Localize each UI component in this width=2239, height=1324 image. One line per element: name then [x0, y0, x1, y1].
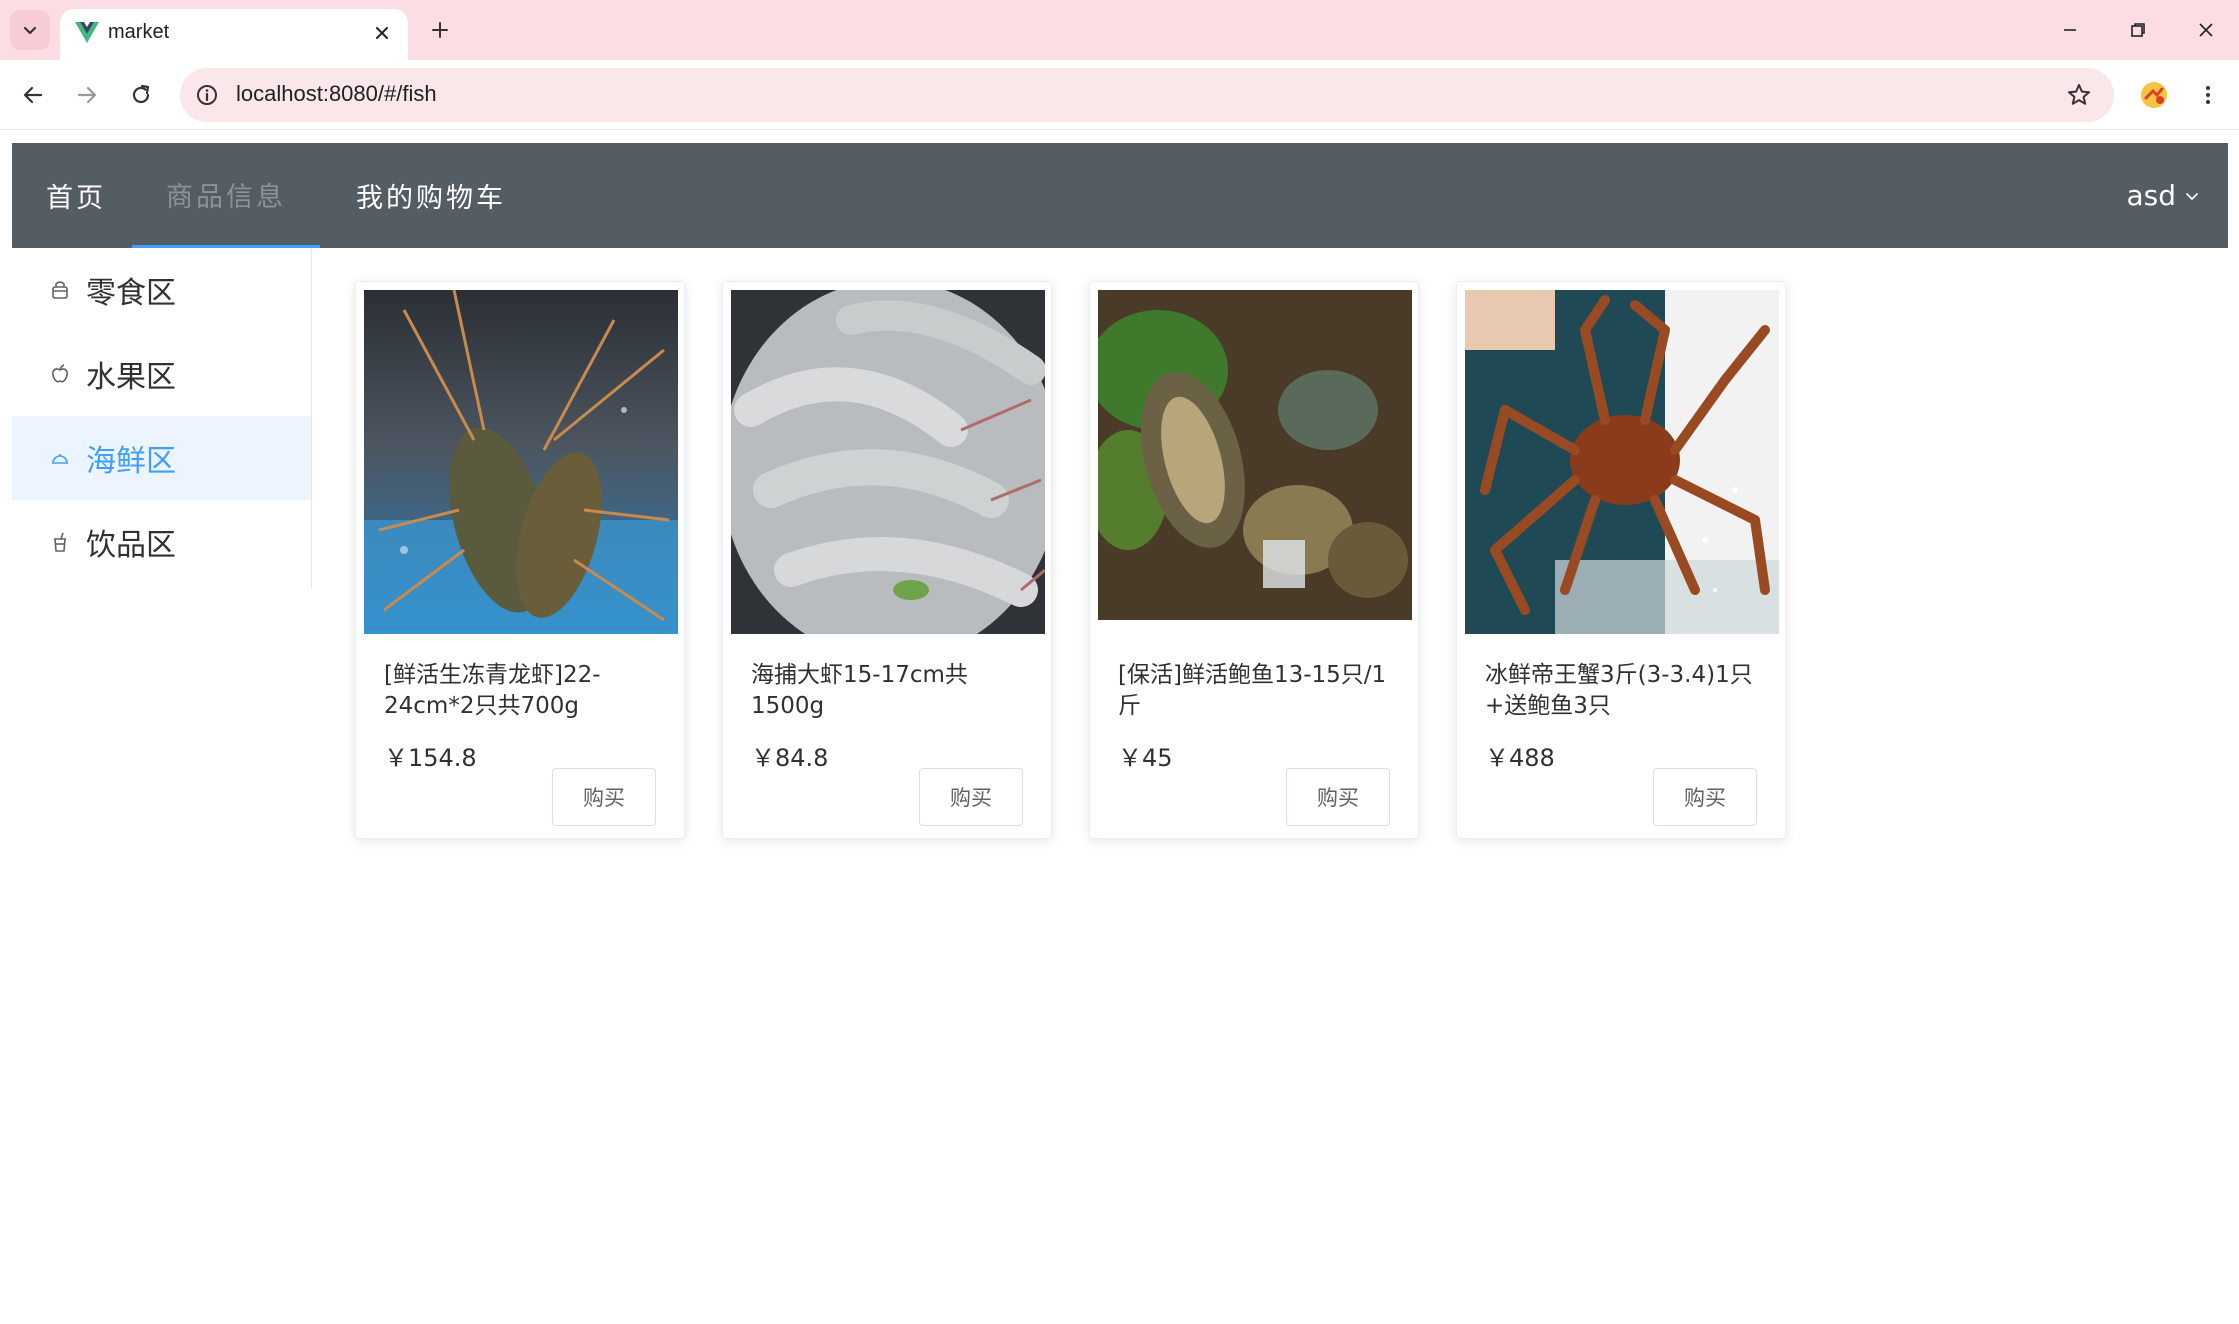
browser-tab[interactable]: market	[60, 9, 408, 60]
product-name: [保活]鲜活鲍鱼13-15只/1斤	[1118, 662, 1387, 719]
product-name: [鲜活生冻青龙虾]22-24cm*2只共700g	[384, 662, 601, 719]
more-vertical-icon	[2206, 86, 2210, 104]
product-name: 冰鲜帝王蟹3斤(3-3.4)1只+送鲍鱼3只	[1485, 662, 1753, 719]
product-card: 冰鲜帝王蟹3斤(3-3.4)1只+送鲍鱼3只 ￥488 购买	[1456, 281, 1786, 839]
minimize-icon	[2064, 29, 2076, 31]
sidebar-item-label: 饮品区	[86, 528, 176, 563]
sidebar-item-label: 海鲜区	[86, 444, 176, 479]
product-image-shrimp[interactable]	[731, 290, 1045, 634]
new-tab-button[interactable]	[422, 12, 458, 48]
product-image-king-crab[interactable]	[1465, 290, 1779, 634]
forward-button[interactable]	[66, 74, 108, 116]
reload-icon	[132, 84, 150, 104]
product-name: 海捕大虾15-17cm共1500g	[751, 662, 968, 719]
product-card: 海捕大虾15-17cm共1500g ￥84.8 购买	[722, 281, 1052, 839]
info-icon	[197, 85, 217, 105]
address-bar[interactable]: localhost:8080/#/fish	[180, 68, 2114, 122]
sidebar-item-drinks[interactable]: 饮品区	[12, 500, 311, 584]
product-image-abalone[interactable]	[1098, 290, 1412, 634]
nav-products[interactable]: 商品信息	[132, 143, 320, 248]
close-icon	[376, 27, 388, 39]
username: asd	[2126, 179, 2176, 212]
sidebar-item-seafood[interactable]: 海鲜区	[12, 416, 311, 500]
nav-cart[interactable]: 我的购物车	[322, 143, 540, 248]
product-card: [保活]鲜活鲍鱼13-15只/1斤 ￥45 购买	[1089, 281, 1419, 839]
nav-home[interactable]: 首页	[12, 143, 140, 248]
user-menu[interactable]: asd	[2126, 143, 2200, 248]
sidebar-item-snacks[interactable]: 零食区	[12, 248, 311, 332]
drink-cup-icon	[48, 530, 72, 554]
product-price: ￥488	[1485, 744, 1555, 772]
basket-icon	[48, 278, 72, 302]
product-price: ￥154.8	[384, 744, 477, 772]
sidebar-item-fruit[interactable]: 水果区	[12, 332, 311, 416]
site-info-button[interactable]	[190, 78, 224, 112]
restore-button[interactable]	[2114, 10, 2162, 50]
product-image-lobster[interactable]	[364, 290, 678, 634]
buy-button[interactable]: 购买	[919, 768, 1023, 826]
product-card: [鲜活生冻青龙虾]22-24cm*2只共700g ￥154.8 购买	[355, 281, 685, 839]
restore-icon	[2131, 23, 2145, 37]
dish-icon	[48, 446, 72, 470]
product-grid: [鲜活生冻青龙虾]22-24cm*2只共700g ￥154.8 购买 海捕大虾1…	[355, 281, 1805, 841]
sidebar-item-label: 水果区	[86, 360, 176, 395]
reload-button[interactable]	[120, 74, 162, 116]
chevron-down-icon	[2186, 192, 2198, 200]
browser-toolbar: localhost:8080/#/fish	[0, 60, 2239, 130]
bookmark-button[interactable]	[2062, 78, 2096, 112]
close-icon	[2199, 23, 2213, 37]
browser-tab-strip: market	[0, 0, 2239, 60]
vue-logo-icon	[75, 22, 99, 43]
apple-icon	[48, 362, 72, 386]
star-icon	[2068, 84, 2090, 105]
tab-title: market	[108, 21, 170, 43]
extension-button[interactable]	[2136, 77, 2172, 113]
buy-button[interactable]: 购买	[552, 768, 656, 826]
buy-button[interactable]: 购买	[1653, 768, 1757, 826]
buy-button[interactable]: 购买	[1286, 768, 1390, 826]
extension-avatar-icon	[2141, 82, 2167, 108]
browser-menu-button[interactable]	[2190, 77, 2226, 113]
url-text: localhost:8080/#/fish	[236, 81, 437, 106]
plus-icon	[432, 22, 448, 38]
close-window-button[interactable]	[2182, 10, 2230, 50]
chevron-down-icon	[23, 26, 37, 35]
app-header: 首页 商品信息 我的购物车 asd	[12, 143, 2228, 248]
tab-search-button[interactable]	[10, 10, 50, 50]
category-sidebar: 零食区 水果区 海鲜区 饮品区	[12, 248, 312, 588]
product-price: ￥84.8	[751, 744, 829, 772]
back-button[interactable]	[12, 74, 54, 116]
sidebar-item-label: 零食区	[86, 276, 176, 311]
tab-close-button[interactable]	[368, 19, 396, 47]
minimize-button[interactable]	[2046, 10, 2094, 50]
product-price: ￥45	[1118, 744, 1173, 772]
arrow-right-icon	[77, 86, 97, 104]
arrow-left-icon	[23, 86, 43, 104]
